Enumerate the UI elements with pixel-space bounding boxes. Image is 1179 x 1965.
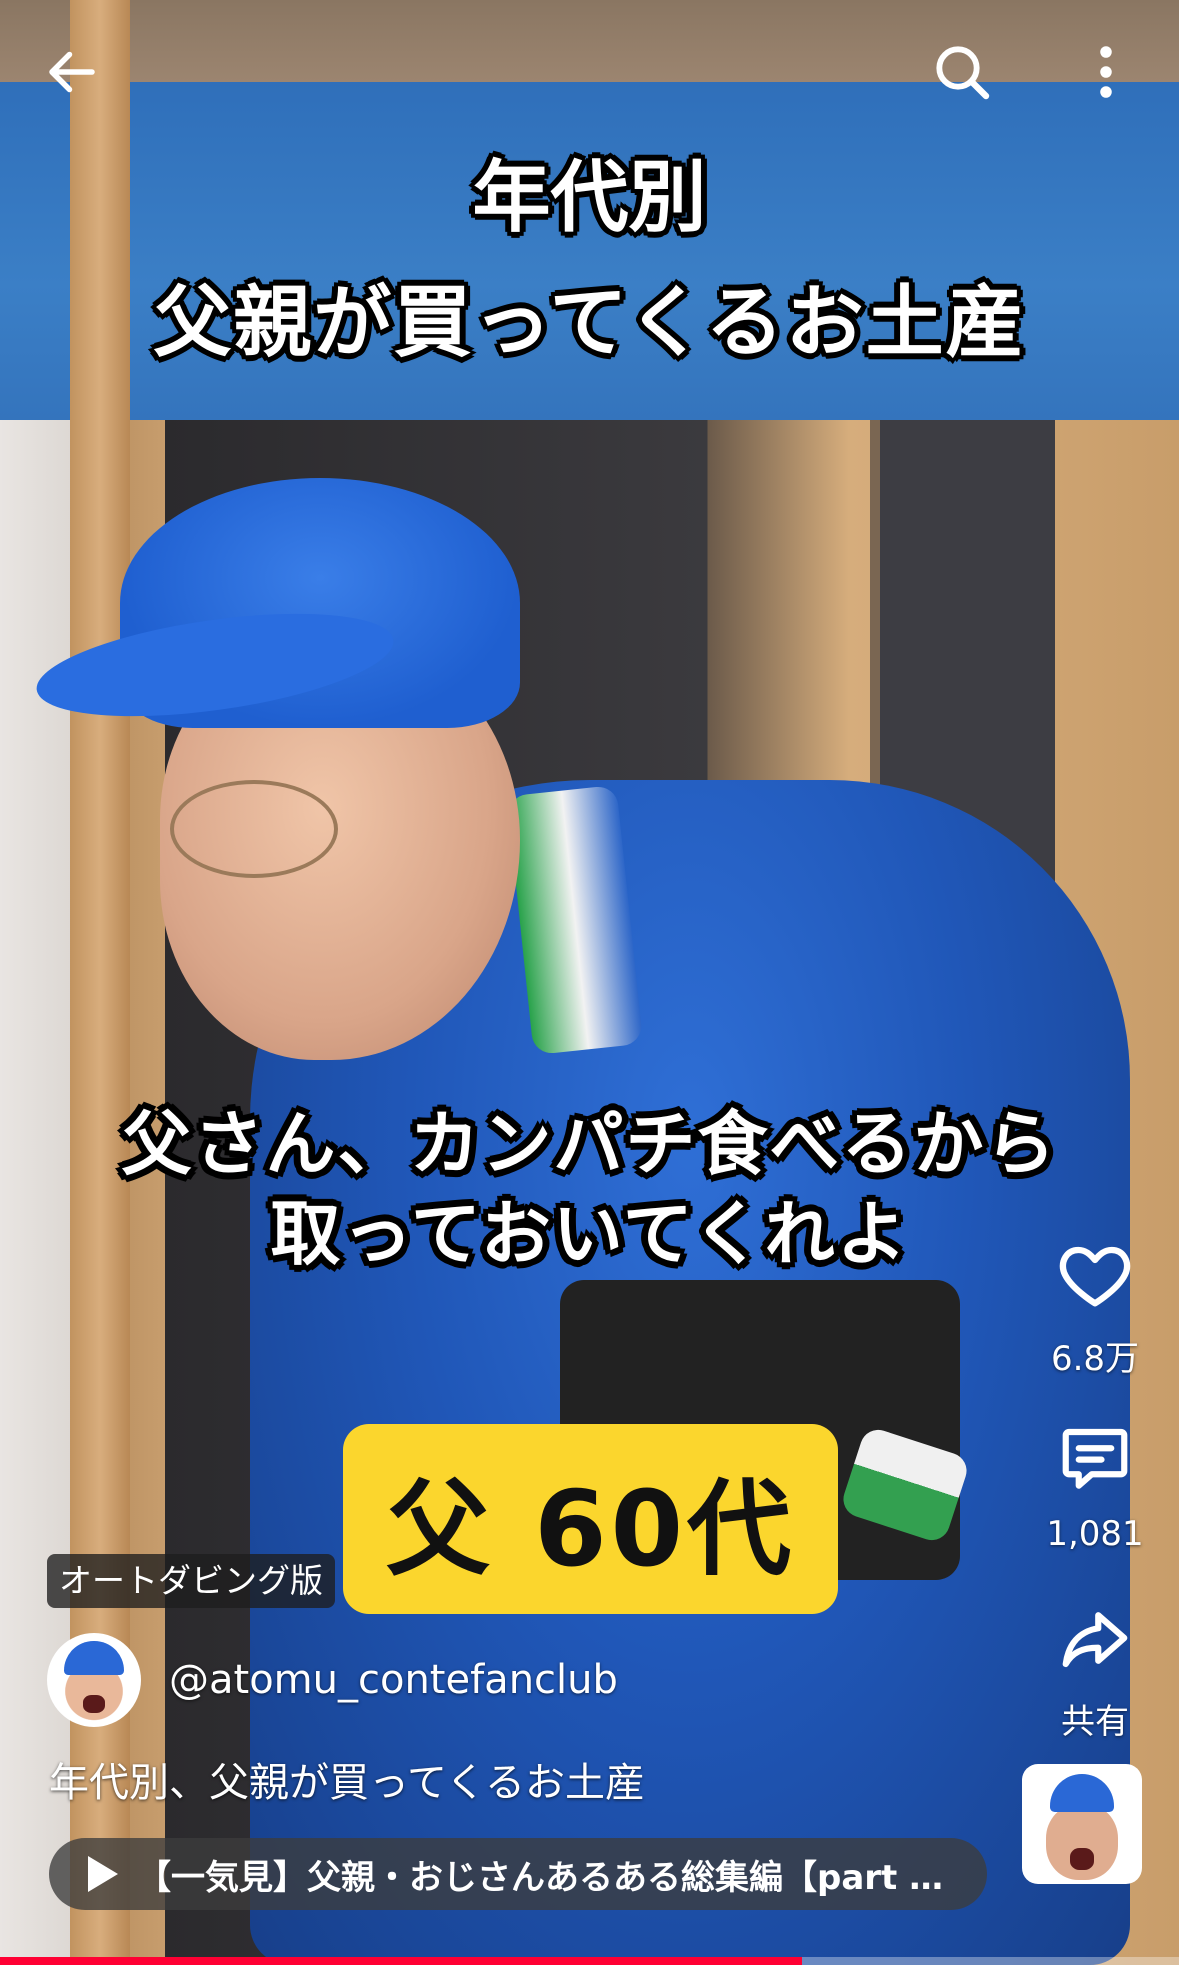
thumbnail-cap-shape — [1050, 1774, 1114, 1812]
like-button[interactable]: 6.8万 — [1025, 1225, 1165, 1380]
search-icon — [936, 46, 990, 100]
more-options-button[interactable] — [1064, 30, 1148, 114]
thumbnail-mouth-shape — [1070, 1848, 1094, 1870]
share-arrow-icon — [1045, 1588, 1145, 1688]
more-vertical-icon — [1100, 46, 1112, 98]
comment-count: 1,081 — [1046, 1514, 1144, 1554]
avatar-cap-shape — [64, 1641, 124, 1675]
arrow-left-icon — [49, 51, 95, 93]
comment-icon — [1045, 1408, 1145, 1508]
avatar-mouth-shape — [83, 1695, 105, 1713]
auto-dubbing-badge: オートダビング版 — [47, 1554, 335, 1608]
playlist-label: 【一気見】父親・おじさんあるある総集編【part 1... — [137, 1857, 957, 1898]
playback-progress-bar[interactable] — [0, 1957, 1179, 1965]
like-count: 6.8万 — [1050, 1339, 1140, 1379]
video-caption-subtitle-line1: 父さん、カンパチ食べるから — [121, 1103, 1058, 1185]
video-title[interactable]: 年代別、父親が買ってくるお土産 — [49, 1750, 645, 1808]
back-button[interactable] — [30, 30, 114, 114]
shorts-player[interactable]: 年代別 父親が買ってくるお土産 父さん、カンパチ食べるから 取っておいてくれよ … — [0, 0, 1179, 1965]
channel-row[interactable]: @atomu_contefanclub — [47, 1632, 618, 1728]
share-button[interactable]: 共有 — [1025, 1588, 1165, 1743]
video-age-badge: 父 60代 — [343, 1424, 838, 1614]
playback-progress-fill — [0, 1957, 802, 1965]
share-label: 共有 — [1061, 1702, 1129, 1742]
video-person-glasses — [170, 780, 338, 878]
video-caption-title-line2: 父親が買ってくるお土産 — [153, 278, 1026, 368]
play-icon — [67, 1854, 137, 1894]
video-caption-title-line1: 年代別 — [472, 153, 707, 243]
video-caption-subtitle-line2: 取っておいてくれよ — [270, 1193, 909, 1275]
playlist-chip[interactable]: 【一気見】父親・おじさんあるある総集編【part 1... — [49, 1838, 987, 1910]
sound-thumbnail[interactable] — [1022, 1764, 1142, 1884]
channel-handle[interactable]: @atomu_contefanclub — [169, 1657, 618, 1703]
heart-icon — [1045, 1225, 1145, 1325]
search-button[interactable] — [920, 30, 1004, 114]
comments-button[interactable]: 1,081 — [1025, 1408, 1165, 1554]
channel-avatar[interactable] — [47, 1633, 141, 1727]
